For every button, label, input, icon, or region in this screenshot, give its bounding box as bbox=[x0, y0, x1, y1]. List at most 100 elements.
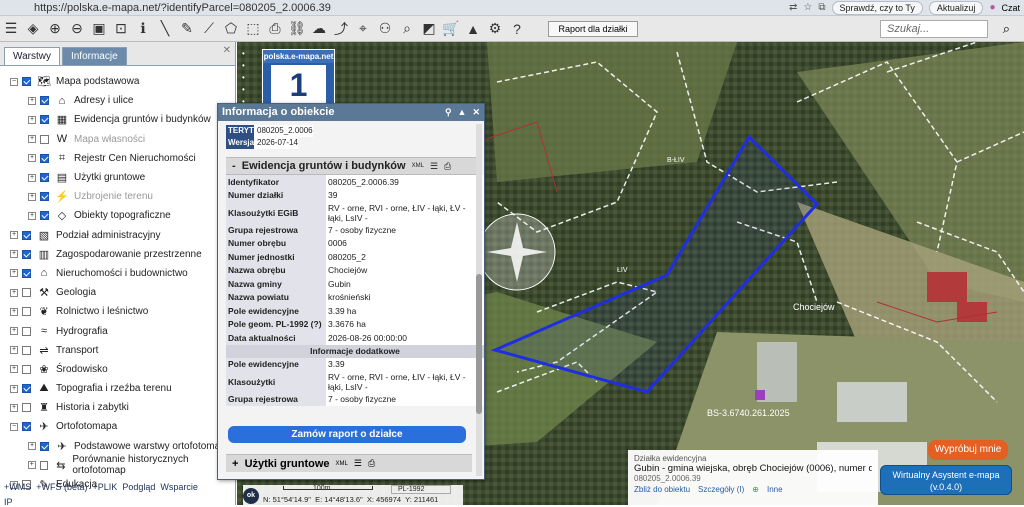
menu-icon[interactable]: ☰ bbox=[0, 18, 22, 40]
layer-item[interactable]: + ≈ Hydrografia bbox=[0, 321, 235, 340]
expand-icon[interactable]: − bbox=[10, 77, 18, 86]
layer-checkbox[interactable] bbox=[22, 345, 31, 355]
expand-icon[interactable]: + bbox=[10, 288, 18, 297]
chat-label[interactable]: Czat bbox=[1001, 3, 1020, 13]
link-icon[interactable]: ⛓ bbox=[286, 18, 308, 40]
layer-item[interactable]: + ▦ Ewidencja gruntów i budynków bbox=[0, 110, 235, 129]
info-icon[interactable]: ℹ bbox=[132, 18, 154, 40]
area-icon[interactable]: ⬠ bbox=[220, 18, 242, 40]
url-bar[interactable]: https://polska.e-mapa.net/?identifyParce… bbox=[34, 2, 331, 14]
layer-item[interactable]: + ◇ Obiekty topograficzne bbox=[0, 206, 235, 225]
list-icon-2[interactable]: ☰ bbox=[354, 458, 362, 469]
3d-icon[interactable]: ◩ bbox=[418, 18, 440, 40]
layer-checkbox[interactable] bbox=[22, 326, 31, 336]
draw-icon[interactable]: ✎ bbox=[176, 18, 198, 40]
layer-checkbox[interactable] bbox=[22, 77, 31, 87]
measure-icon[interactable]: ╲ bbox=[154, 18, 176, 40]
layer-checkbox[interactable] bbox=[40, 211, 49, 221]
pin-icon[interactable]: ⌖ bbox=[352, 18, 374, 40]
tab-layers[interactable]: Warstwy bbox=[4, 47, 60, 65]
panel-link[interactable]: +PLIK bbox=[93, 482, 118, 492]
panel-link[interactable]: Wsparcie bbox=[160, 482, 198, 492]
layer-item[interactable]: + W Mapa własności bbox=[0, 130, 235, 149]
zoom-window-icon[interactable]: ⊡ bbox=[110, 18, 132, 40]
popup-scrollbar[interactable] bbox=[476, 124, 482, 476]
ok-button[interactable]: ok bbox=[243, 488, 259, 504]
layer-checkbox[interactable] bbox=[40, 96, 49, 106]
layer-checkbox[interactable] bbox=[22, 307, 31, 317]
layer-checkbox[interactable] bbox=[40, 441, 49, 451]
layer-item[interactable]: + ⇌ Transport bbox=[0, 341, 235, 360]
layer-item[interactable]: − 🗺 Mapa podstawowa bbox=[0, 72, 235, 91]
expand-icon[interactable]: + bbox=[10, 307, 18, 316]
expand-icon[interactable]: + bbox=[10, 346, 18, 355]
zoom-to-object-link[interactable]: Zbliż do obiektu bbox=[634, 485, 690, 494]
layer-checkbox[interactable] bbox=[22, 268, 31, 278]
try-me-button[interactable]: Wypróbuj mnie bbox=[928, 440, 1008, 460]
layer-checkbox[interactable] bbox=[22, 249, 31, 259]
expand-icon[interactable]: + bbox=[28, 154, 36, 163]
print-icon[interactable]: ⎙ bbox=[264, 18, 286, 40]
list-icon[interactable]: ☰ bbox=[430, 161, 438, 172]
panel-link[interactable]: +WMS bbox=[4, 482, 31, 492]
layer-item[interactable]: + ⇆ Porównanie historycznych ortofotomap bbox=[0, 454, 235, 476]
parcel-report-button[interactable]: Raport dla działki bbox=[548, 20, 638, 37]
price-marker-icon[interactable] bbox=[755, 390, 765, 400]
layer-checkbox[interactable] bbox=[40, 192, 49, 202]
expand-icon[interactable]: + bbox=[10, 403, 18, 412]
layer-checkbox[interactable] bbox=[22, 422, 31, 432]
translate-icon[interactable]: ⇄ bbox=[789, 2, 797, 13]
layer-item[interactable]: + ⌗ Rejestr Cen Nieruchomości bbox=[0, 149, 235, 168]
layer-item[interactable]: + ▧ Podział administracyjny bbox=[0, 226, 235, 245]
copilot-icon[interactable]: ● bbox=[989, 2, 995, 13]
layer-checkbox[interactable] bbox=[40, 134, 49, 144]
search-icon[interactable]: ⌕ bbox=[1003, 21, 1010, 37]
section-egib[interactable]: - Ewidencja gruntów i budynków XML ☰ ⎙ bbox=[226, 157, 479, 175]
expand-icon[interactable]: + bbox=[28, 461, 36, 470]
layer-item[interactable]: + ⌂ Adresy i ulice bbox=[0, 91, 235, 110]
zoom-in-icon[interactable]: ⊕ bbox=[44, 18, 66, 40]
xml-icon-2[interactable]: XML bbox=[336, 461, 348, 467]
tab-information[interactable]: Informacje bbox=[61, 47, 127, 65]
popup-scroll-thumb[interactable] bbox=[476, 274, 482, 414]
section-land-use[interactable]: + Użytki gruntowe XML ☰ ⎙ bbox=[226, 454, 472, 472]
add-icon[interactable]: ⊕ bbox=[752, 485, 759, 494]
share-icon[interactable]: ⤴ bbox=[330, 18, 352, 40]
expand-icon[interactable]: + bbox=[28, 192, 36, 201]
search-input[interactable]: Szukaj... bbox=[880, 20, 988, 38]
layer-item[interactable]: + ❀ Środowisko bbox=[0, 360, 235, 379]
star-icon[interactable]: ☆ bbox=[803, 2, 812, 13]
order-report-button[interactable]: Zamów raport o działce bbox=[228, 426, 466, 443]
popup-close-icon[interactable]: ✕ bbox=[472, 104, 480, 121]
expand-icon[interactable]: + bbox=[28, 135, 36, 144]
panel-link[interactable]: Podgląd bbox=[122, 482, 155, 492]
expand-icon[interactable]: + bbox=[28, 211, 36, 220]
layer-item[interactable]: + ♜ Historia i zabytki bbox=[0, 398, 235, 417]
settings-icon[interactable]: ⚙ bbox=[484, 18, 506, 40]
virtual-assistant-button[interactable]: Wirtualny Asystent e-mapa (v.0.4.0) bbox=[880, 465, 1012, 495]
expand-icon[interactable]: + bbox=[28, 96, 36, 105]
expand-icon[interactable]: + bbox=[10, 327, 18, 336]
update-button[interactable]: Aktualizuj bbox=[928, 0, 984, 15]
layer-item[interactable]: + ⚡ Uzbrojenie terenu bbox=[0, 187, 235, 206]
layer-item[interactable]: + ⛰ Topografia i rzeźba terenu bbox=[0, 379, 235, 398]
print-icon-2[interactable]: ⎙ bbox=[368, 458, 375, 469]
layer-item[interactable]: − ✈ Ortofotomapa bbox=[0, 417, 235, 436]
expand-icon[interactable]: + bbox=[10, 231, 18, 240]
zoom-out-icon[interactable]: ⊖ bbox=[66, 18, 88, 40]
section-collapse-icon[interactable]: - bbox=[232, 160, 236, 172]
terrain-icon[interactable]: ▲ bbox=[462, 18, 484, 40]
layer-checkbox[interactable] bbox=[40, 115, 49, 125]
extensions-icon[interactable]: ⧉ bbox=[818, 2, 825, 13]
layer-checkbox[interactable] bbox=[40, 173, 49, 183]
layer-checkbox[interactable] bbox=[22, 230, 31, 240]
search-parcel-icon[interactable]: ⌕ bbox=[396, 18, 418, 40]
layer-item[interactable]: + ⚒ Geologia bbox=[0, 283, 235, 302]
layer-item[interactable]: + ✈ Podstawowe warstwy ortofotomapy bbox=[0, 437, 235, 456]
layer-checkbox[interactable] bbox=[39, 460, 49, 470]
layer-checkbox[interactable] bbox=[40, 153, 49, 163]
expand-icon[interactable]: + bbox=[28, 115, 36, 124]
cart-icon[interactable]: 🛒 bbox=[440, 18, 462, 40]
details-link[interactable]: Szczegóły (I) bbox=[698, 485, 744, 494]
layer-item[interactable]: + ⌂ Nieruchomości i budownictwo bbox=[0, 264, 235, 283]
